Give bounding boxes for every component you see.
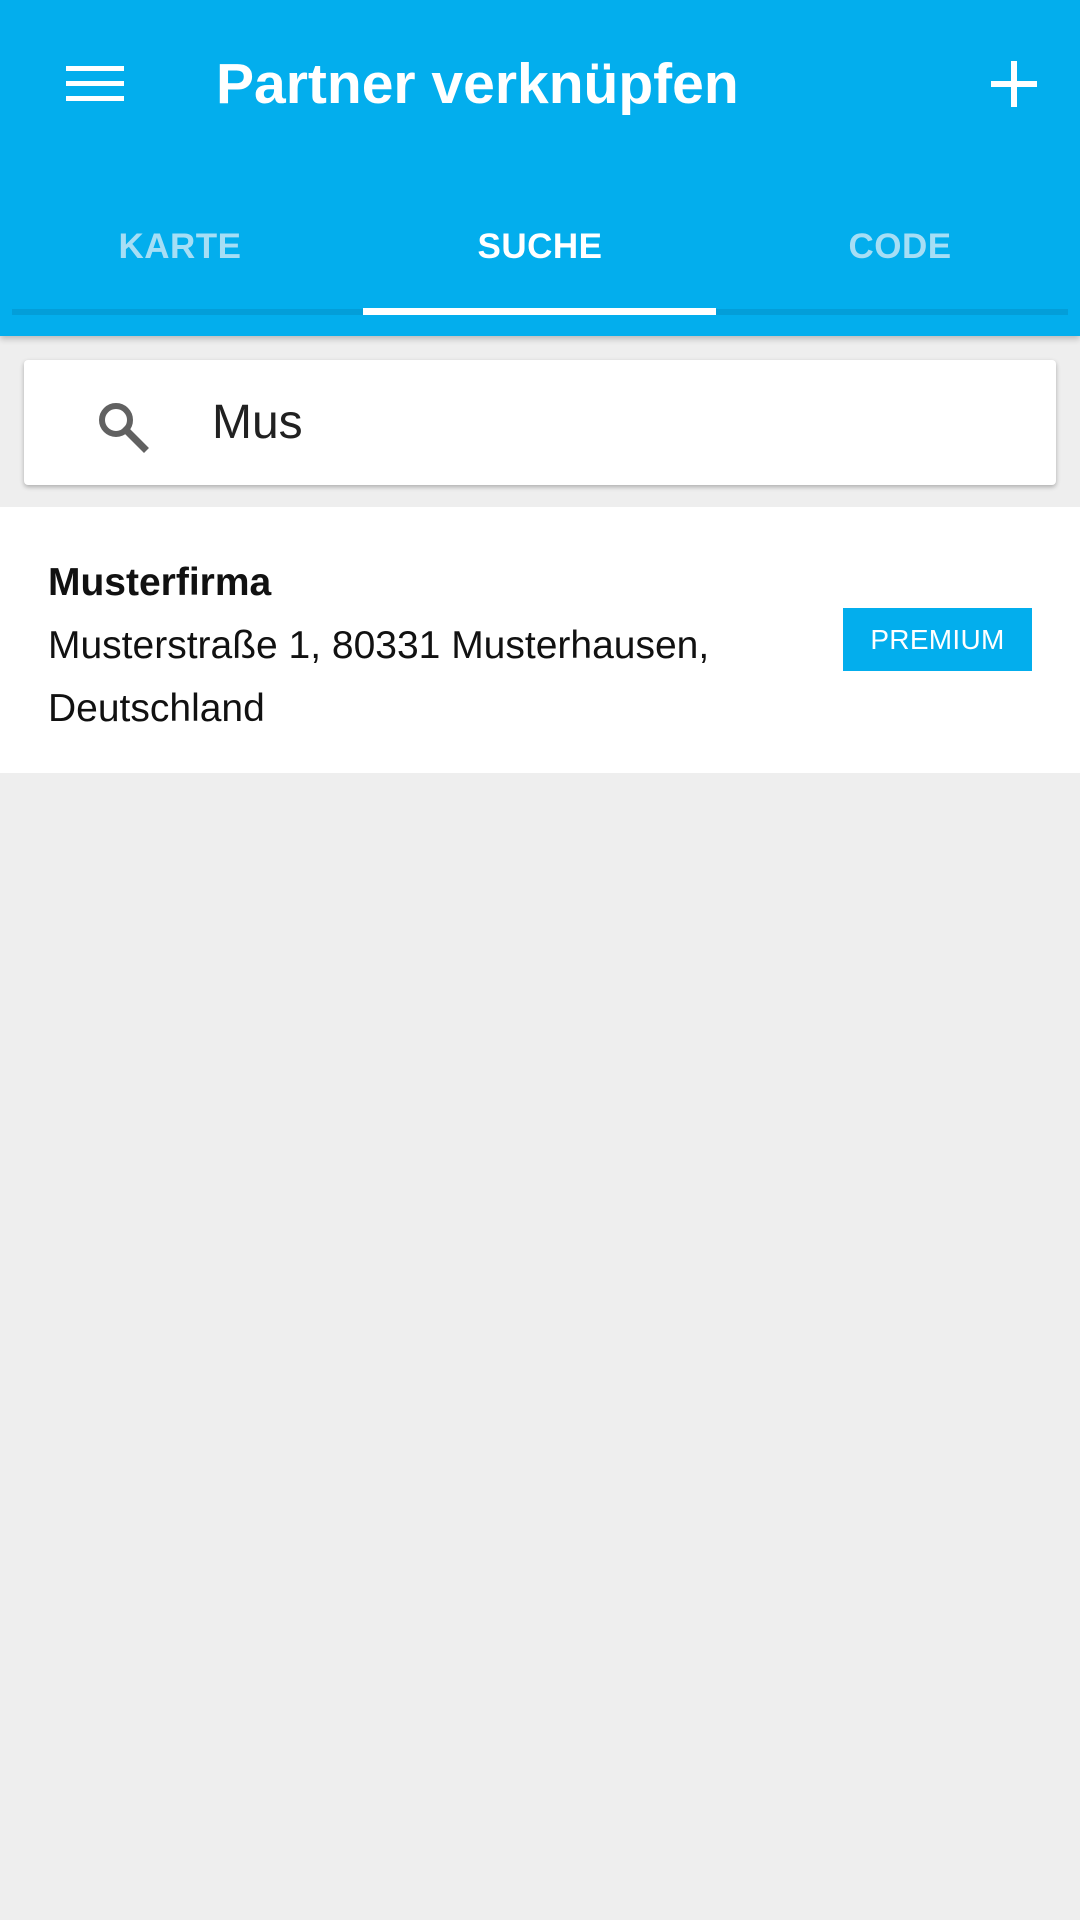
menu-button[interactable] (48, 40, 144, 128)
search-bar (24, 360, 1056, 485)
result-address: Musterstraße 1, 80331 Musterhausen, Deut… (48, 624, 710, 730)
tab-code[interactable]: CODE (720, 200, 1080, 316)
tab-bar: KARTE SUCHE CODE (0, 200, 1080, 316)
tab-label-code: CODE (848, 227, 952, 266)
active-tab-indicator (363, 308, 716, 315)
plus-icon (991, 61, 1037, 107)
tab-karte[interactable]: KARTE (0, 200, 360, 316)
tab-label-karte: KARTE (118, 227, 242, 266)
menu-icon (66, 66, 124, 101)
add-partner-button[interactable] (970, 40, 1058, 128)
result-name: Musterfirma (48, 561, 272, 604)
list-item[interactable]: Musterfirma Musterstraße 1, 80331 Muster… (0, 507, 1080, 773)
premium-badge: PREMIUM (843, 608, 1032, 671)
page-title: Partner verknüpfen (216, 52, 739, 116)
search-input[interactable] (188, 382, 1032, 462)
tab-suche[interactable]: SUCHE (360, 200, 720, 316)
app-bar: Partner verknüpfen KARTE SUCHE CODE (0, 0, 1080, 336)
tab-label-suche: SUCHE (477, 227, 603, 266)
search-icon (99, 403, 149, 453)
